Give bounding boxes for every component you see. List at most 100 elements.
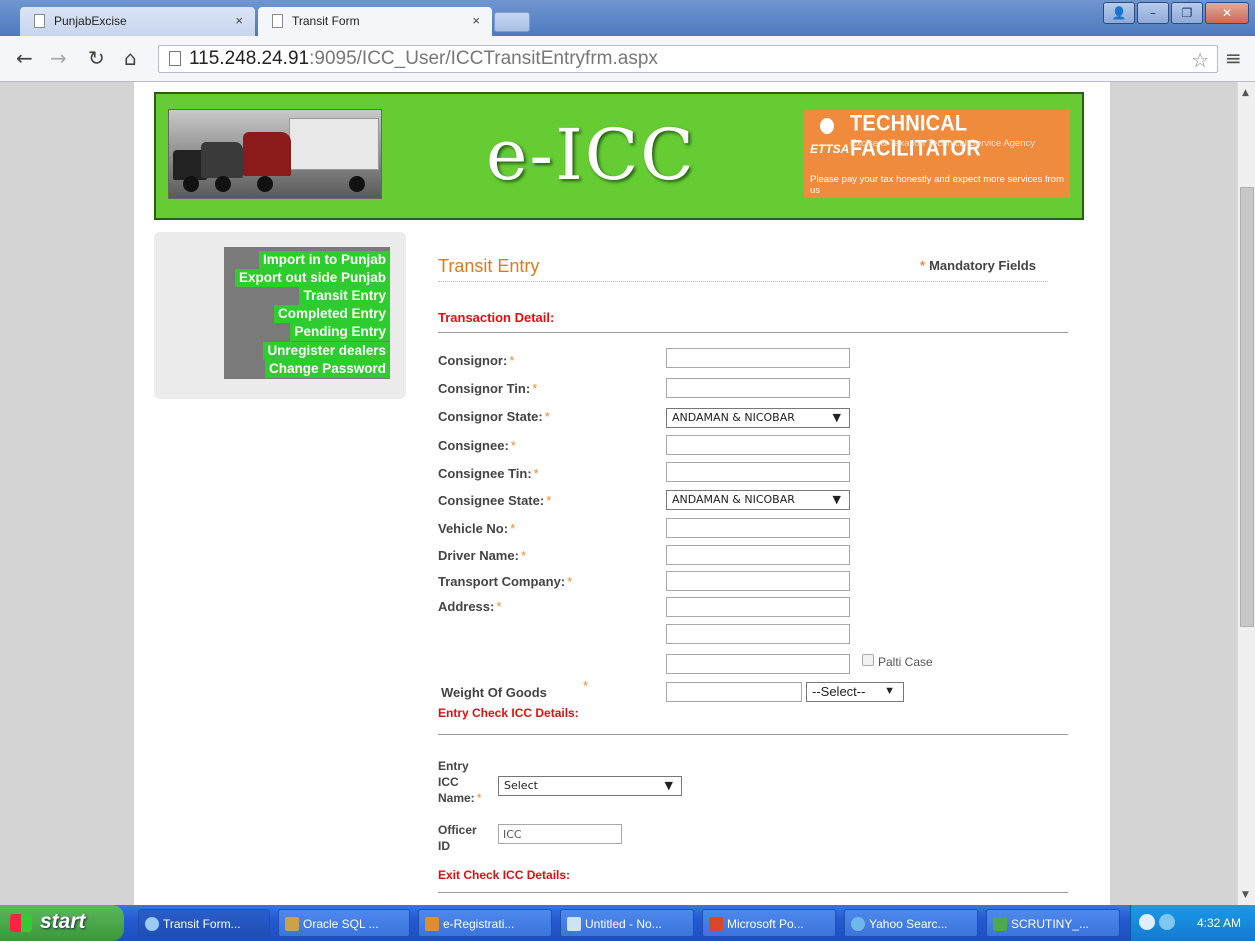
user-icon[interactable]: 👤 [1103,2,1135,24]
minimize-button[interactable]: – [1137,2,1169,24]
dropdown-arrow-icon: ▼ [832,493,841,506]
consignor-state-select[interactable]: ANDAMAN & NICOBAR ▼ [666,408,850,428]
palti-case-checkbox[interactable] [862,654,874,666]
start-button[interactable]: start [0,905,124,941]
weight-of-goods-label: Weight Of Goods [441,685,547,700]
taskbar-item-e-registration[interactable]: e-Registrati... [418,909,552,937]
tray-expand-icon[interactable] [1139,914,1155,930]
facilitator-tagline: Please pay your tax honestly and expect … [810,174,1064,196]
address-label: Address: * [438,599,502,614]
page-viewport: e-ICC ETTSA TECHNICAL FACILITATOR Excise… [0,82,1237,905]
url-path: :9095/ICC_User/ICCTransitEntryfrm.aspx [309,48,658,69]
os-taskbar: start Transit Form... Oracle SQL ... e-R… [0,905,1255,941]
taskbar-item-microsoft-powerpoint[interactable]: Microsoft Po... [702,909,836,937]
forward-icon[interactable]: → [50,46,67,70]
new-tab-button[interactable] [494,12,530,32]
consignor-label: Consignor: * [438,353,515,368]
section-exit-check-icc: Exit Check ICC Details: [438,868,571,882]
address-line-2-input[interactable] [666,624,850,644]
scrollbar-thumb[interactable] [1240,187,1254,627]
system-tray: 4:32 AM [1130,905,1255,941]
reload-icon[interactable]: ↻ [88,46,105,70]
page-content: e-ICC ETTSA TECHNICAL FACILITATOR Excise… [134,82,1110,905]
consignor-tin-label: Consignor Tin: * [438,381,538,396]
truck-image [168,109,382,199]
header-banner: e-ICC ETTSA TECHNICAL FACILITATOR Excise… [154,92,1084,220]
browser-titlebar: PunjabExcise × Transit Form × 👤 – ❐ ✕ [0,0,1255,36]
taskbar-item-scrutiny[interactable]: SCRUTINY_... [986,909,1120,937]
back-icon[interactable]: ← [16,46,33,70]
consignor-input[interactable] [666,348,850,368]
dropdown-arrow-icon: ▼ [832,411,841,424]
vehicle-no-label: Vehicle No: * [438,521,516,536]
dropdown-arrow-icon: ▼ [884,685,895,697]
tab-label: PunjabExcise [54,14,127,28]
officer-id-label: Officer ID [438,823,477,853]
nav-item-transit-entry[interactable]: Transit Entry [299,287,390,305]
browser-toolbar: ← → ↻ ⌂ 115.248.24.91:9095/ICC_User/ICCT… [0,36,1255,82]
weight-unit-select[interactable]: --Select-- ▼ [806,682,904,702]
address-line-1-input[interactable] [666,597,850,617]
taskbar-item-notepad[interactable]: Untitled - No... [560,909,694,937]
taskbar-item-yahoo-search[interactable]: Yahoo Searc... [844,909,978,937]
browser-menu-icon[interactable]: ≡ [1225,46,1242,70]
address-bar[interactable]: 115.248.24.91:9095/ICC_User/ICCTransitEn… [158,45,1218,73]
weight-of-goods-input[interactable] [666,682,802,702]
divider [438,892,1068,893]
nav-item-import[interactable]: Import in to Punjab [259,251,390,269]
facilitator-subtitle: Excise & Taxation Technical Service Agen… [850,138,1035,149]
close-window-button[interactable]: ✕ [1205,2,1249,24]
address-line-3-input[interactable] [666,654,850,674]
consignee-state-label: Consignee State: * [438,493,552,508]
officer-id-input[interactable]: ICC [498,824,622,844]
facilitator-title: TECHNICAL FACILITATOR [850,111,982,162]
divider [438,332,1068,333]
entry-icc-name-select[interactable]: Select ▼ [498,776,682,796]
transport-company-input[interactable] [666,571,850,591]
taskbar-item-oracle-sql[interactable]: Oracle SQL ... [278,909,410,937]
scroll-up-icon[interactable]: ▲ [1242,88,1249,98]
transport-company-label: Transport Company: * [438,574,573,589]
network-icon[interactable] [1159,914,1175,930]
divider [438,734,1068,735]
entry-icc-name-label: Entry ICC Name: * [438,759,482,805]
nav-item-unregister-dealers[interactable]: Unregister dealers [263,342,390,360]
site-brand: e-ICC [486,114,696,196]
page-icon [169,51,181,66]
weight-required-marker: * [583,678,589,693]
close-icon[interactable]: × [472,13,480,28]
consignor-state-label: Consignor State: * [438,409,550,424]
bookmark-star-icon[interactable]: ☆ [1191,48,1209,73]
page-title: Transit Entry [438,256,540,276]
section-transaction-detail: Transaction Detail: [438,310,555,325]
clock: 4:32 AM [1196,916,1241,930]
close-icon[interactable]: × [235,13,243,28]
consignor-tin-input[interactable] [666,378,850,398]
tab-transit-form[interactable]: Transit Form × [258,7,492,36]
tab-punjabexcise[interactable]: PunjabExcise × [20,7,255,36]
windows-logo-icon [10,914,32,932]
home-icon[interactable]: ⌂ [124,46,137,70]
consignee-state-select[interactable]: ANDAMAN & NICOBAR ▼ [666,490,850,510]
maximize-button[interactable]: ❐ [1171,2,1203,24]
page-icon [272,14,283,28]
consignee-tin-input[interactable] [666,462,850,482]
left-nav-panel: Import in to Punjab Export out side Punj… [154,232,406,399]
nav-item-change-password[interactable]: Change Password [264,360,390,378]
nav-item-export[interactable]: Export out side Punjab [234,269,390,287]
page-icon [34,14,45,28]
consignee-tin-label: Consignee Tin: * [438,466,539,481]
nav-item-completed-entry[interactable]: Completed Entry [273,305,390,323]
nav-item-pending-entry[interactable]: Pending Entry [290,323,390,341]
dropdown-arrow-icon: ▼ [664,779,673,792]
driver-name-input[interactable] [666,545,850,565]
vehicle-no-input[interactable] [666,518,850,538]
scroll-down-icon[interactable]: ▼ [1242,890,1249,900]
consignee-input[interactable] [666,435,850,455]
facilitator-logo-box: ETTSA TECHNICAL FACILITATOR Excise & Tax… [804,110,1070,198]
page-scrollbar[interactable]: ▲ ▼ [1237,82,1255,905]
section-entry-check-icc: Entry Check ICC Details: [438,706,579,720]
tab-label: Transit Form [292,14,360,28]
divider [438,281,1048,282]
taskbar-item-transit-form[interactable]: Transit Form... [138,909,270,937]
